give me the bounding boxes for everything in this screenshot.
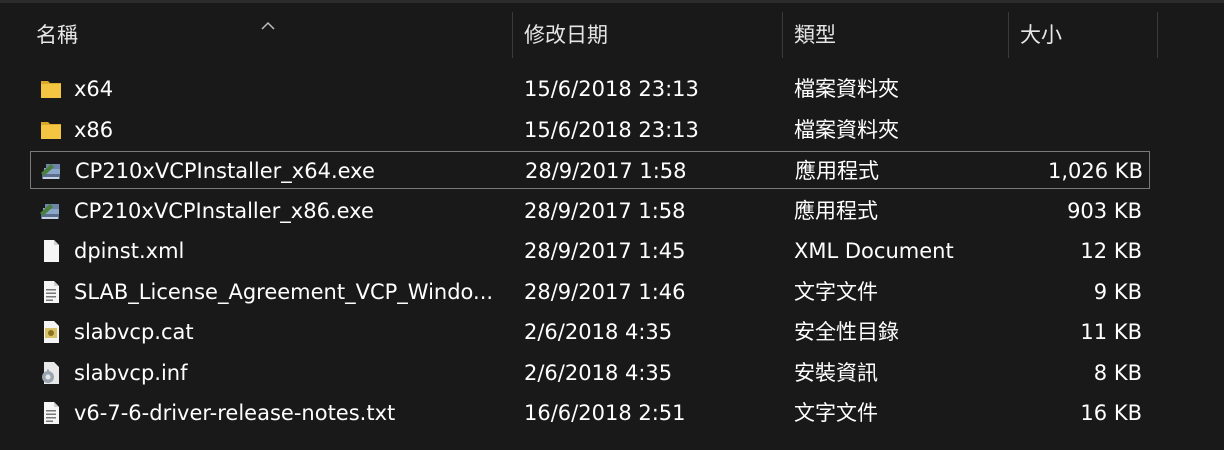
installer-icon <box>38 199 64 223</box>
file-name: slabvcp.cat <box>74 320 194 344</box>
setup-info-icon <box>38 361 64 385</box>
file-size: 1,026 KB <box>1048 159 1143 183</box>
file-name: x86 <box>74 117 114 142</box>
folder-icon <box>38 118 64 142</box>
document-icon <box>38 239 64 263</box>
column-header-name[interactable]: 名稱 <box>24 12 512 58</box>
file-date-modified: 28/9/2017 1:46 <box>524 279 686 304</box>
folder-row[interactable]: x64 15/6/2018 23:13 檔案資料夾 <box>30 70 1150 108</box>
file-name: dpinst.xml <box>74 239 185 263</box>
file-name: v6-7-6-driver-release-notes.txt <box>74 401 396 425</box>
column-header-type[interactable]: 類型 <box>782 12 1008 58</box>
file-name: slabvcp.inf <box>74 360 188 385</box>
file-size: 16 KB <box>1080 401 1142 425</box>
installer-icon <box>39 159 65 183</box>
column-divider-size[interactable] <box>1008 12 1009 58</box>
column-divider-type[interactable] <box>782 12 783 58</box>
column-header-size[interactable]: 大小 <box>1008 12 1158 58</box>
file-name: x64 <box>74 77 114 101</box>
file-date-modified: 16/6/2018 2:51 <box>524 401 686 425</box>
file-row[interactable]: slabvcp.cat 2/6/2018 4:35 安全性目錄 11 KB <box>30 313 1150 351</box>
folder-icon <box>38 77 64 101</box>
window-top-border <box>0 0 1224 3</box>
file-type: 檔案資料夾 <box>794 77 899 101</box>
file-row[interactable]: CP210xVCPInstaller_x86.exe 28/9/2017 1:58… <box>30 192 1150 230</box>
file-type: 應用程式 <box>794 198 878 223</box>
file-size <box>1014 111 1142 149</box>
file-type: 文字文件 <box>794 279 878 304</box>
folder-row[interactable]: x86 15/6/2018 23:13 檔案資料夾 <box>30 111 1150 149</box>
column-header-date-modified[interactable]: 修改日期 <box>512 12 782 58</box>
file-row[interactable]: slabvcp.inf 2/6/2018 4:35 安裝資訊 8 KB <box>30 354 1150 392</box>
column-divider-end[interactable] <box>1157 12 1158 58</box>
sort-ascending-icon <box>261 21 275 31</box>
file-row[interactable]: SLAB_License_Agreement_VCP_Windo... 28/9/… <box>30 273 1150 311</box>
file-date-modified: 2/6/2018 4:35 <box>524 320 673 344</box>
text-file-icon <box>38 280 64 304</box>
file-date-modified: 28/9/2017 1:58 <box>525 159 687 183</box>
file-type: 檔案資料夾 <box>794 117 899 142</box>
column-divider-date[interactable] <box>512 12 513 58</box>
file-size: 8 KB <box>1093 360 1142 385</box>
file-row[interactable]: CP210xVCPInstaller_x64.exe 28/9/2017 1:58… <box>30 151 1150 189</box>
security-catalog-icon <box>38 320 64 344</box>
file-row[interactable]: v6-7-6-driver-release-notes.txt 16/6/2018… <box>30 394 1150 432</box>
file-row[interactable]: dpinst.xml 28/9/2017 1:45 XML Document 12 K… <box>30 232 1150 270</box>
file-size: 903 KB <box>1067 198 1142 223</box>
file-type: 文字文件 <box>794 401 878 425</box>
file-size <box>1014 70 1142 108</box>
file-date-modified: 15/6/2018 23:13 <box>524 117 699 142</box>
file-type: 安裝資訊 <box>794 360 878 385</box>
file-date-modified: 15/6/2018 23:13 <box>524 77 699 101</box>
text-file-icon <box>38 401 64 425</box>
file-size: 9 KB <box>1093 279 1142 304</box>
file-type: 應用程式 <box>795 159 879 183</box>
file-type: XML Document <box>794 239 954 263</box>
file-type: 安全性目錄 <box>794 320 899 344</box>
file-date-modified: 2/6/2018 4:35 <box>524 360 673 385</box>
file-date-modified: 28/9/2017 1:58 <box>524 198 686 223</box>
file-size: 12 KB <box>1080 239 1142 263</box>
file-name: SLAB_License_Agreement_VCP_Windo... <box>74 279 494 304</box>
file-name: CP210xVCPInstaller_x86.exe <box>74 198 374 223</box>
column-header-bar: 名稱 修改日期 類型 大小 <box>0 12 1224 58</box>
file-date-modified: 28/9/2017 1:45 <box>524 239 686 263</box>
file-name: CP210xVCPInstaller_x64.exe <box>75 159 375 183</box>
file-size: 11 KB <box>1080 320 1142 344</box>
